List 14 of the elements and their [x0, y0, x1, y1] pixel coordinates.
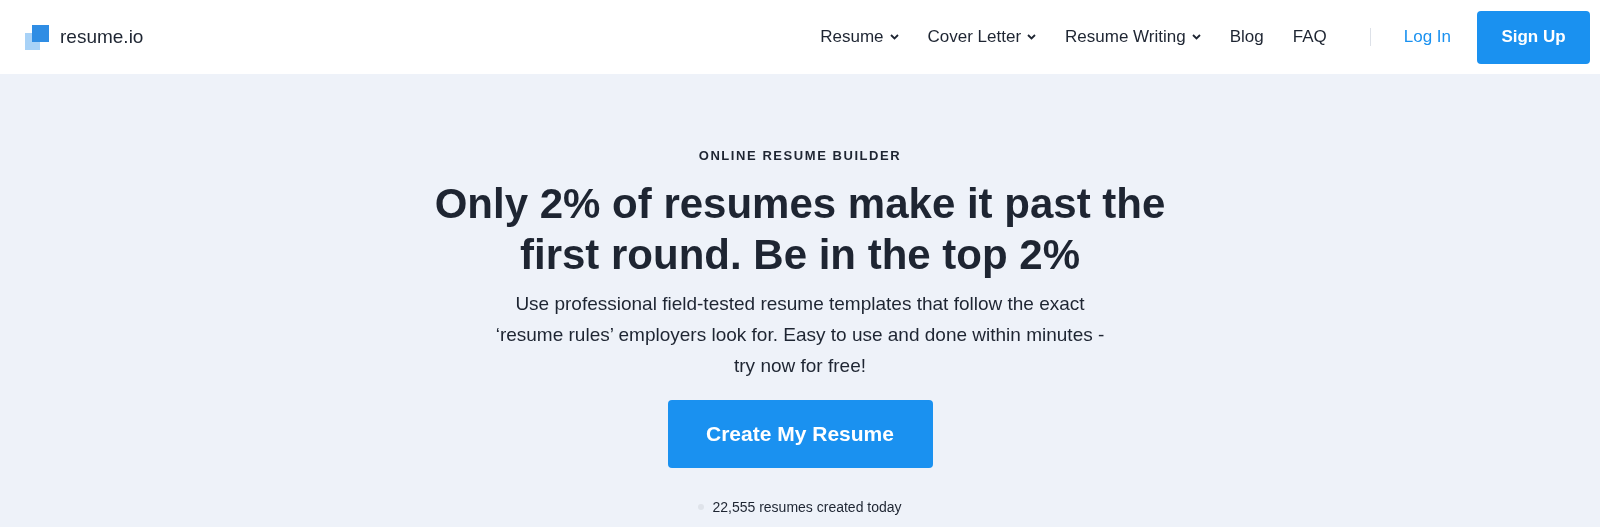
chevron-down-icon: [1027, 34, 1037, 40]
chevron-down-icon: [889, 34, 899, 40]
resume-counter: 22,555 resumes created today: [712, 497, 902, 517]
logo-text[interactable]: resume.io: [60, 22, 144, 52]
nav-link[interactable]: Resume Writing: [1065, 24, 1201, 50]
nav-link[interactable]: Resume: [820, 24, 899, 50]
logo-icon: [25, 24, 49, 50]
hero-subtitle: Use professional field-tested resume templates that follow the exact ‘resume rules’ employers look for. Easy to use and done within minutes - try now for free!: [494, 291, 1106, 378]
nav-link[interactable]: Blog: [1229, 24, 1264, 50]
eyebrow-label: ONLINE RESUME BUILDER: [698, 147, 902, 165]
nav-link[interactable]: Cover Letter: [927, 24, 1037, 50]
hero-heading: Only 2% of resumes make it past the first round. Be in the top 2%: [433, 178, 1167, 280]
chevron-down-icon: [1191, 34, 1201, 40]
nav-link[interactable]: FAQ: [1292, 24, 1327, 50]
